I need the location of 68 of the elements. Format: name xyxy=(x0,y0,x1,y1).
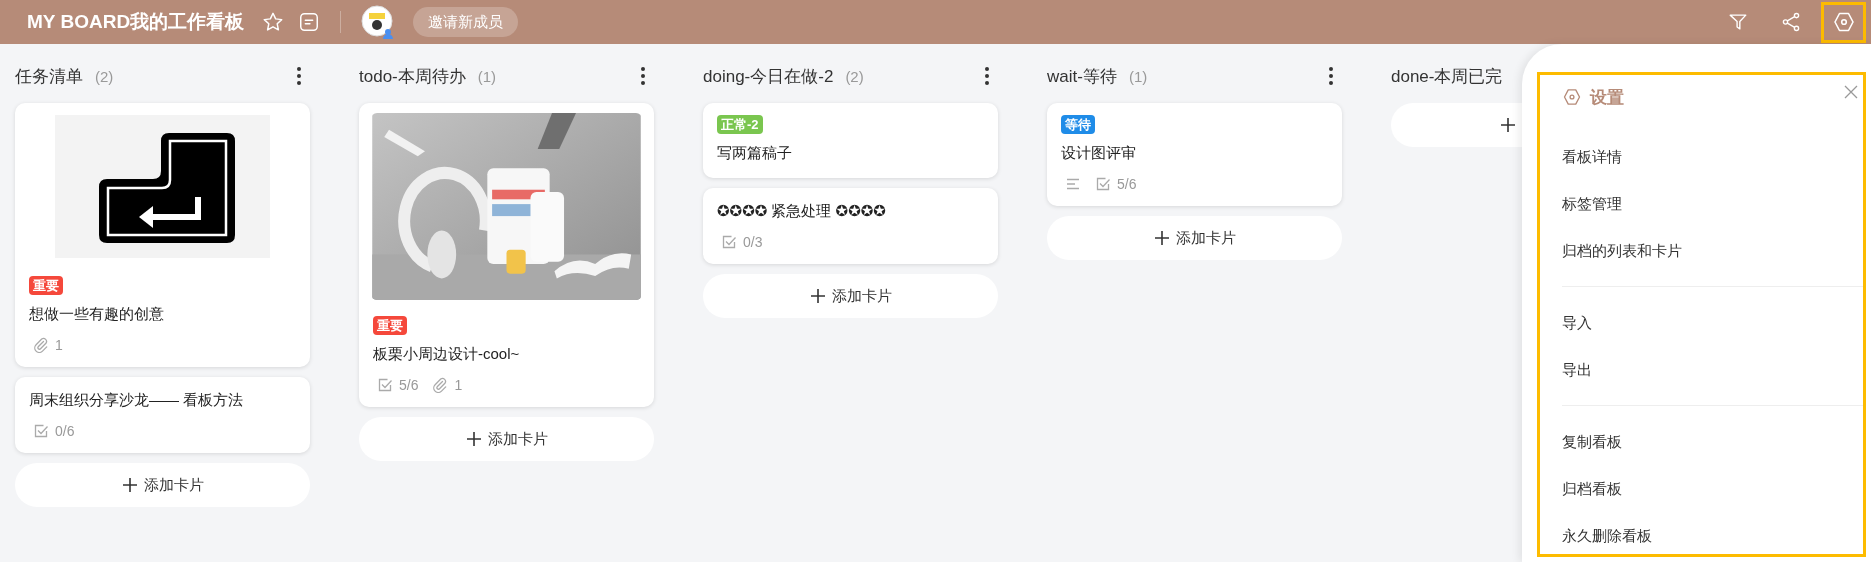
tag-label: 重要 xyxy=(373,316,407,335)
card-title: 板栗小周边设计-cool~ xyxy=(373,344,521,364)
settings-icon[interactable] xyxy=(1831,10,1856,34)
tag-label: 等待 xyxy=(1061,115,1095,134)
plus-icon xyxy=(809,288,826,304)
plus-icon xyxy=(465,431,482,447)
more-icon[interactable] xyxy=(640,66,646,86)
card-title: 想做一些有趣的创意 xyxy=(29,304,165,324)
list-title: done-本周已完 xyxy=(1391,65,1503,88)
card-title: ✪✪✪✪ 紧急处理 ✪✪✪✪ xyxy=(717,201,887,221)
card[interactable]: 周末组织分享沙龙—— 看板方法 0/6 xyxy=(15,377,310,453)
add-card-button[interactable]: 添加卡片 xyxy=(359,417,654,461)
board-title: MY BOARD我的工作看板 xyxy=(27,10,245,34)
avatar-icon[interactable] xyxy=(361,5,396,39)
card[interactable]: 重要 想做一些有趣的创意 1 xyxy=(15,103,310,367)
card-count: (1) xyxy=(1128,67,1148,85)
menu-item[interactable]: 归档的列表和卡片 xyxy=(1562,227,1863,274)
checklist-count: 5/6 xyxy=(1117,176,1137,192)
card-count: (2) xyxy=(845,67,864,85)
panel-title: 设置 xyxy=(1590,86,1624,109)
card[interactable]: 等待 设计图评审 5/6 xyxy=(1047,103,1342,206)
checkbox-icon xyxy=(33,423,49,439)
menu-item[interactable]: 看板详情 xyxy=(1562,133,1863,180)
tag-label: 正常-2 xyxy=(717,115,763,134)
card[interactable]: ✪✪✪✪ 紧急处理 ✪✪✪✪ 0/3 xyxy=(703,188,998,264)
list-title: doing-今日在做-2 xyxy=(703,65,834,88)
menu-item[interactable]: 归档看板 xyxy=(1562,465,1863,512)
card-title: 设计图评审 xyxy=(1061,143,1137,163)
paperclip-icon xyxy=(33,337,49,353)
checkbox-icon xyxy=(1095,176,1111,192)
card-count: (2) xyxy=(95,67,114,85)
menu-item[interactable]: 永久删除看板 xyxy=(1562,512,1863,559)
checklist-count: 5/6 xyxy=(399,377,419,393)
menu-item[interactable]: 导入 xyxy=(1562,299,1863,346)
checkbox-icon xyxy=(377,377,393,393)
add-card-button[interactable]: 添加卡片 xyxy=(15,463,310,507)
list-title: 任务清单 xyxy=(15,65,83,88)
star-icon[interactable] xyxy=(262,11,285,33)
description-icon xyxy=(1065,176,1081,192)
card-count: (1) xyxy=(477,67,497,85)
add-card-button[interactable]: 添加卡片 xyxy=(703,274,998,318)
card-title: 周末组织分享沙龙—— 看板方法 xyxy=(29,390,245,410)
tag-label: 重要 xyxy=(29,276,63,295)
checkbox-icon xyxy=(721,234,737,250)
menu-item[interactable]: 复制看板 xyxy=(1562,418,1863,465)
card-title: 写两篇稿子 xyxy=(717,143,793,163)
attachment-count: 1 xyxy=(55,337,63,353)
list-title: wait-等待 xyxy=(1047,65,1117,88)
card[interactable]: 重要 板栗小周边设计-cool~ 5/6 1 xyxy=(359,103,654,407)
plus-icon xyxy=(1153,230,1170,246)
attachment-count: 1 xyxy=(454,377,463,393)
add-card-button[interactable]: 添加卡片 xyxy=(1047,216,1342,260)
more-icon[interactable] xyxy=(984,66,990,86)
settings-hex-icon xyxy=(1562,87,1582,107)
paperclip-icon xyxy=(432,377,449,393)
checklist-count: 0/3 xyxy=(743,234,763,250)
close-icon[interactable] xyxy=(1844,85,1858,99)
more-icon[interactable] xyxy=(1328,66,1334,86)
plus-icon xyxy=(121,477,138,493)
menu-item[interactable]: 导出 xyxy=(1562,346,1863,393)
list-title: todo-本周待办 xyxy=(359,65,466,88)
more-icon[interactable] xyxy=(296,66,302,86)
checklist-count: 0/6 xyxy=(55,423,75,439)
plus-icon xyxy=(1500,117,1516,133)
note-icon[interactable] xyxy=(298,11,321,33)
settings-button[interactable] xyxy=(1821,1,1866,43)
menu-item[interactable]: 标签管理 xyxy=(1562,180,1863,227)
card[interactable]: 正常-2 写两篇稿子 xyxy=(703,103,998,178)
